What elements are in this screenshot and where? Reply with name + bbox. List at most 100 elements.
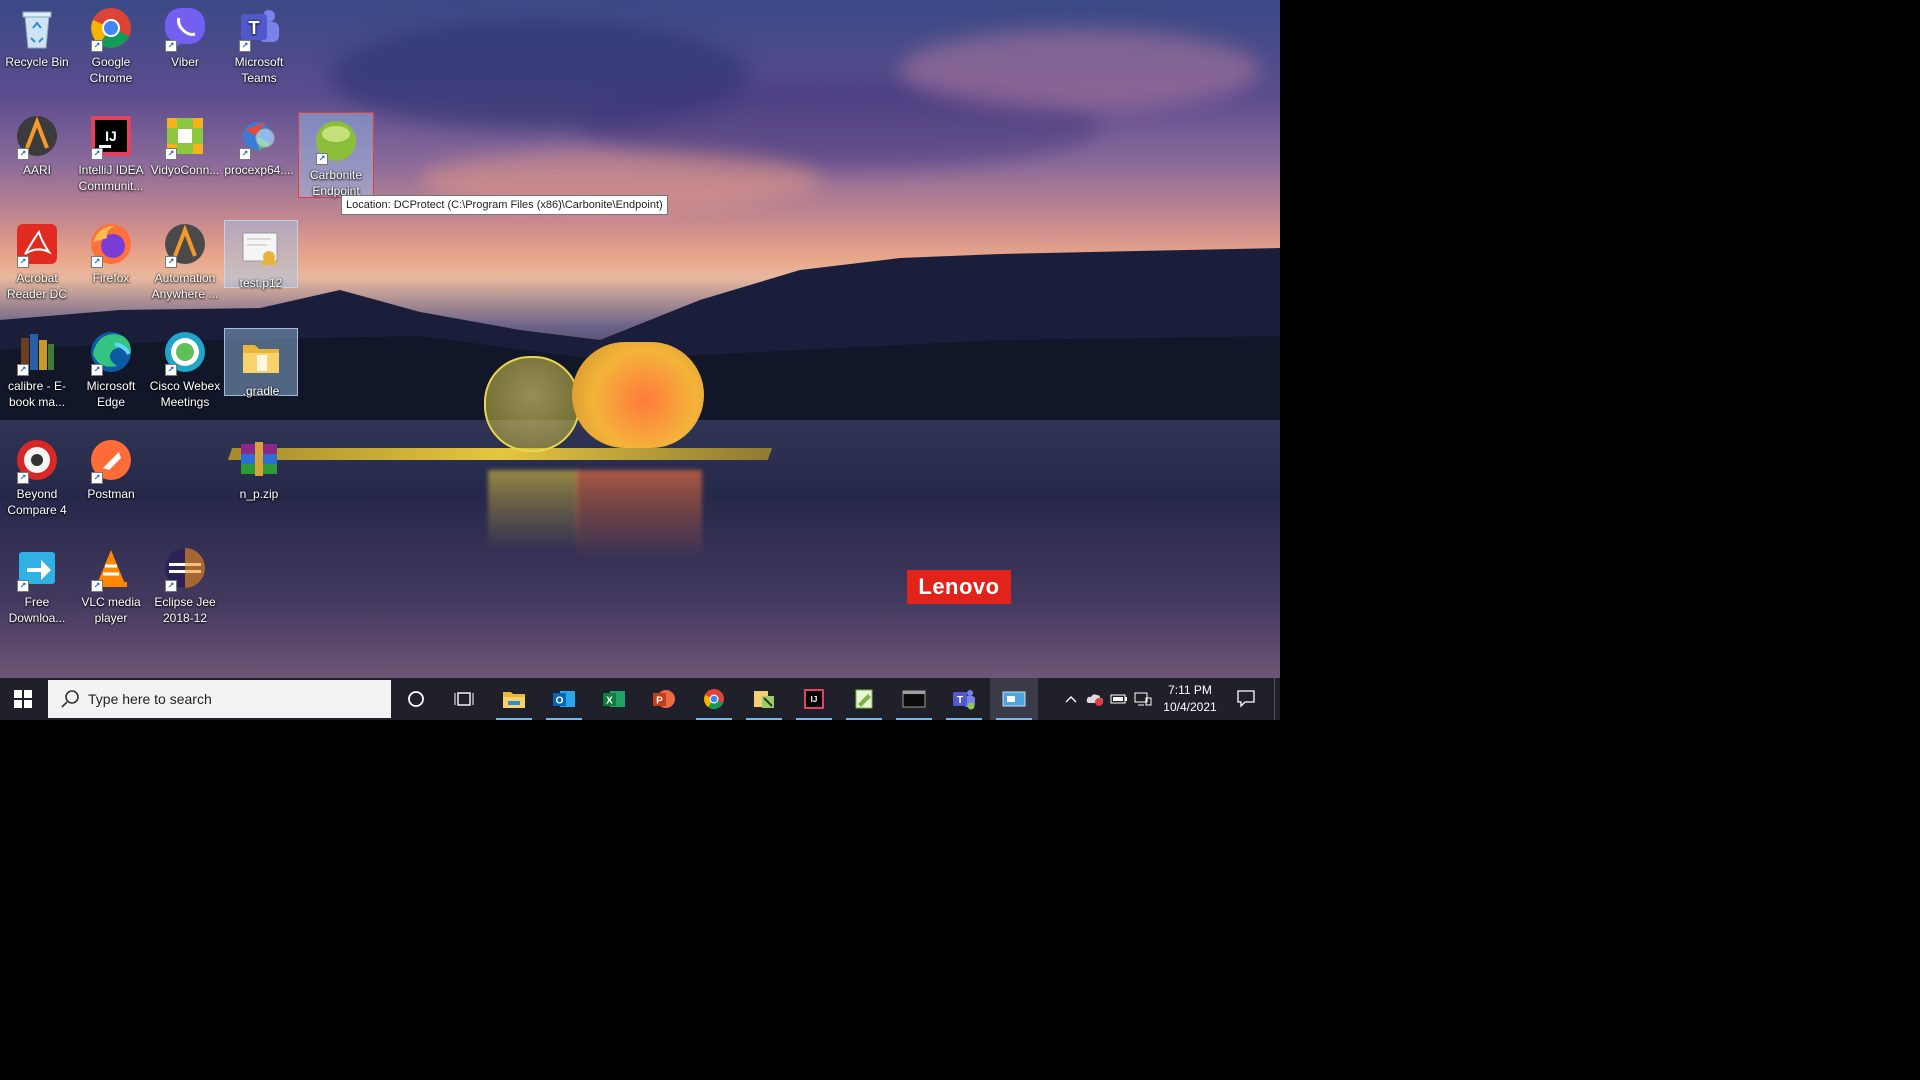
taskbar-teams[interactable]: T [940,678,988,720]
app-tool-icon [754,691,774,708]
tooltip-location: Location: DCProtect (C:\Program Files (x… [341,195,668,215]
desktop-icon-label: calibre - E-book ma... [7,379,66,409]
eclipse-icon: ↗ [161,544,209,592]
battery-icon[interactable] [1110,690,1128,708]
desktop-icon-aari[interactable]: ↗ AARI [0,108,74,208]
desktop-icon-label: Acrobat Reader DC [6,271,68,301]
desktop-icon-microsoft-teams[interactable]: T ↗ Microsoft Teams [222,0,296,100]
desktop-icon-beyond-compare[interactable]: ↗ Beyond Compare 4 [0,432,74,532]
running-indicator [896,718,932,720]
desktop-icon-intellij-idea[interactable]: IJ ↗ IntelliJ IDEA Communit... [74,108,148,208]
taskbar-remote-desktop[interactable] [990,678,1038,720]
desktop-icon-procexp64[interactable]: ↗ procexp64.... [222,108,296,208]
desktop-icon-vidyoconnect[interactable]: ↗ VidyoConn... [148,108,222,208]
taskbar-chrome[interactable] [690,678,738,720]
desktop-icon-label: AARI [22,163,51,177]
desktop-icon-label: Firefox [92,271,130,285]
taskbar-outlook[interactable]: O [540,678,588,720]
intellij-icon: IJ [804,689,824,709]
desktop-icon-label: IntelliJ IDEA Communit... [78,163,144,193]
taskbar-powerpoint[interactable]: P [640,678,688,720]
viber-icon: ↗ [161,4,209,52]
shortcut-arrow-icon: ↗ [17,580,29,592]
taskbar-search-box[interactable]: Type here to search [48,680,391,718]
taskbar-app-tool[interactable] [740,678,788,720]
taskbar-intellij[interactable]: IJ [790,678,838,720]
shortcut-arrow-icon: ↗ [165,364,177,376]
excel-icon: X [603,691,625,707]
desktop-icon-postman[interactable]: ↗ Postman [74,432,148,532]
calibre-icon: ↗ [13,328,61,376]
desktop-icon-viber[interactable]: ↗ Viber [148,0,222,100]
powerpoint-icon: P [653,690,675,708]
desktop-icon-label: Microsoft Teams [234,55,284,85]
procexp-icon: ↗ [235,112,283,160]
desktop-icon-label: Microsoft Edge [86,379,136,409]
show-desktop-button[interactable] [1274,678,1280,720]
taskbar-clock[interactable]: 7:11 PM 10/4/2021 [1160,682,1220,716]
vlc-icon: ↗ [87,544,135,592]
desktop-icon-gradle-folder[interactable]: .gradle [224,328,298,398]
shortcut-arrow-icon: ↗ [17,472,29,484]
shortcut-arrow-icon: ↗ [165,256,177,268]
network-icon[interactable] [1134,690,1152,708]
cortana-icon [408,691,424,707]
taskbar-terminal[interactable] [890,678,938,720]
desktop-icon-label: VLC media player [81,595,141,625]
shortcut-arrow-icon: ↗ [91,256,103,268]
desktop-icon-firefox[interactable]: ↗ Firefox [74,216,148,316]
desktop-icon-test-p12[interactable]: test.p12 [224,220,298,290]
clock-date: 10/4/2021 [1163,700,1217,714]
shortcut-arrow-icon: ↗ [91,40,103,52]
free-download-icon: ↗ [13,544,61,592]
taskbar-notepad-plus[interactable] [840,678,888,720]
taskbar-file-explorer[interactable] [490,678,538,720]
desktop-icon-label: test.p12 [239,276,283,290]
desktop-icon-carbonite-endpoint[interactable]: ↗ Carbonite Endpoint [298,112,374,198]
search-placeholder: Type here to search [88,691,212,707]
desktop-icon-automation-anywhere[interactable]: ↗ Automation Anywhere ... [148,216,222,316]
desktop-icon-eclipse[interactable]: ↗ Eclipse Jee 2018-12 [148,540,222,640]
show-hidden-icons-chevron-up-icon[interactable] [1062,690,1080,708]
onedrive-error-icon[interactable] [1086,690,1104,708]
desktop-icon-vlc[interactable]: ↗ VLC media player [74,540,148,640]
desktop-icon-microsoft-edge[interactable]: ↗ Microsoft Edge [74,324,148,424]
desktop-icon-google-chrome[interactable]: ↗ Google Chrome [74,0,148,100]
beyond-compare-icon: ↗ [13,436,61,484]
desktop-icon-acrobat-reader[interactable]: ↗ Acrobat Reader DC [0,216,74,316]
desktop-screen: Recycle Bin ↗ Google Chrome ↗ Viber T ↗ … [0,0,1280,720]
firefox-icon: ↗ [87,220,135,268]
running-indicator [846,718,882,720]
vidyo-icon: ↗ [161,112,209,160]
task-view-icon [454,692,474,706]
shortcut-arrow-icon: ↗ [91,472,103,484]
desktop-icon-recycle-bin[interactable]: Recycle Bin [0,0,74,100]
running-indicator [996,718,1032,720]
cortana-button[interactable] [392,678,440,720]
notification-icon [1237,690,1255,708]
desktop-icon-calibre[interactable]: ↗ calibre - E-book ma... [0,324,74,424]
running-indicator [746,718,782,720]
dock-graphic [227,448,773,460]
running-indicator [546,718,582,720]
action-center-button[interactable] [1236,688,1258,710]
taskbar: Type here to search O X P IJ T 7:11 PM 1… [0,678,1280,720]
edge-icon: ↗ [87,328,135,376]
shortcut-arrow-icon: ↗ [91,148,103,160]
desktop-icon-cisco-webex[interactable]: ↗ Cisco Webex Meetings [148,324,222,424]
webex-icon: ↗ [161,328,209,376]
desktop-icon-label: Automation Anywhere ... [151,271,219,301]
taskbar-excel[interactable]: X [590,678,638,720]
task-view-button[interactable] [440,678,488,720]
shortcut-arrow-icon: ↗ [91,364,103,376]
desktop-icon-label: Postman [87,487,135,501]
desktop-icon-free-download[interactable]: ↗ Free Downloa... [0,540,74,640]
svg-text:X: X [606,696,613,707]
remote-desktop-icon [1002,691,1026,707]
notepad-plus-icon [855,689,873,709]
desktop-icon-n-p-zip[interactable]: n_p.zip [222,432,296,532]
aari-icon: ↗ [13,112,61,160]
outlook-icon: O [553,691,575,707]
svg-text:T: T [249,18,260,38]
start-button[interactable] [0,678,46,720]
